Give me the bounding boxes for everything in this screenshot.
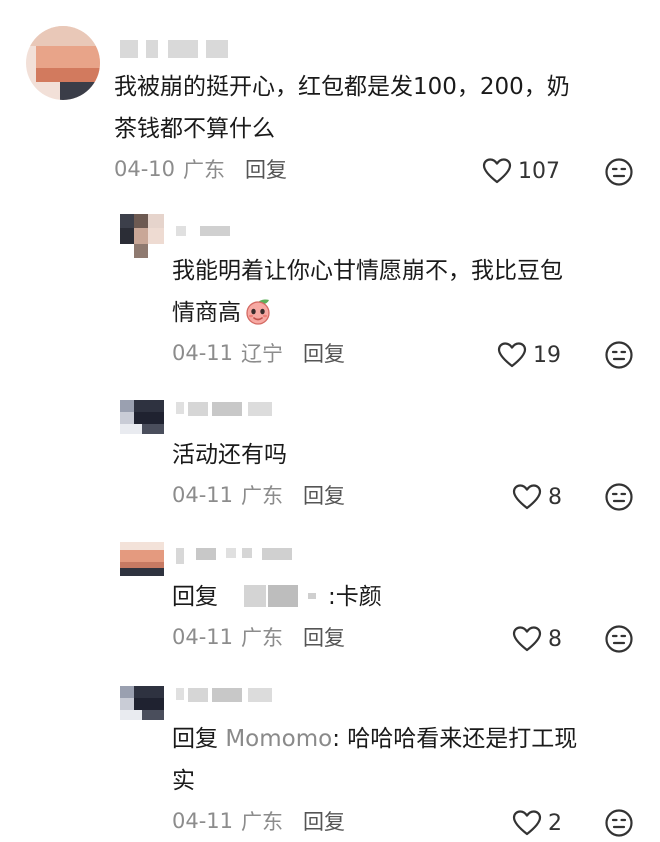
comment-text: 回复:卡颜 [172, 584, 382, 610]
neutral-face-icon[interactable] [604, 340, 634, 370]
username-masked[interactable] [176, 402, 276, 418]
like-button[interactable]: 107 [482, 155, 560, 187]
comment-text: 回复 Momomo: 哈哈哈看来还是打工现 实 [172, 726, 578, 794]
like-button[interactable]: 8 [512, 623, 562, 655]
like-button[interactable]: 2 [512, 807, 562, 839]
like-button[interactable]: 19 [497, 339, 561, 371]
like-count: 107 [518, 158, 560, 184]
comment-location: 广东 [241, 810, 284, 834]
avatar[interactable] [120, 686, 164, 720]
comment-date: 04-11 [172, 341, 234, 365]
comment-location: 广东 [241, 484, 284, 508]
avatar[interactable] [26, 26, 100, 100]
reply-button[interactable]: 回复 [303, 622, 345, 652]
heart-outline-icon [512, 810, 542, 836]
avatar[interactable] [120, 400, 164, 434]
comment-text: 我被崩的挺开心，红包都是发100，200，奶 茶钱都不算什么 [114, 74, 570, 142]
comment-date: 04-11 [172, 483, 234, 507]
comment-date: 04-11 [172, 625, 234, 649]
comment-location: 广东 [241, 626, 284, 650]
comment-meta: 04-11 广东 回复 [172, 806, 345, 836]
comment-meta: 04-11 广东 回复 [172, 622, 345, 652]
avatar[interactable] [120, 214, 164, 258]
comment-date: 04-11 [172, 809, 234, 833]
mention-link[interactable]: Momomo [225, 726, 332, 752]
username-masked[interactable] [176, 688, 276, 704]
reply-button[interactable]: 回复 [245, 154, 287, 184]
neutral-face-icon[interactable] [604, 157, 634, 187]
like-count: 8 [548, 484, 562, 510]
username-masked[interactable] [176, 226, 236, 238]
like-button[interactable]: 8 [512, 481, 562, 513]
reply-keyword: 回复 [172, 726, 218, 752]
heart-outline-icon [512, 484, 542, 510]
avatar[interactable] [120, 542, 164, 576]
reply-button[interactable]: 回复 [303, 338, 345, 368]
username-masked[interactable] [176, 548, 296, 564]
reply-button[interactable]: 回复 [303, 806, 345, 836]
neutral-face-icon[interactable] [604, 624, 634, 654]
comment-date: 04-10 [114, 157, 176, 181]
comment-location: 辽宁 [241, 342, 284, 366]
comment-location: 广东 [183, 158, 226, 182]
reply-button[interactable]: 回复 [303, 480, 345, 510]
neutral-face-icon[interactable] [604, 482, 634, 512]
comment-meta: 04-11 广东 回复 [172, 480, 345, 510]
comment-meta: 04-11 辽宁 回复 [172, 338, 345, 368]
comment-meta: 04-10 广东 回复 [114, 154, 287, 184]
masked-mention[interactable] [244, 585, 324, 607]
heart-outline-icon [482, 158, 512, 184]
username-masked[interactable] [120, 40, 230, 58]
like-count: 8 [548, 626, 562, 652]
heart-outline-icon [497, 342, 527, 368]
comment-text: 活动还有吗 [172, 442, 287, 468]
heart-outline-icon [512, 626, 542, 652]
reply-keyword: 回复 [172, 584, 218, 610]
like-count: 19 [533, 342, 561, 368]
comment-text: 我能明着让你心甘情愿崩不，我比豆包 情商高 [172, 258, 563, 326]
like-count: 2 [548, 810, 562, 836]
peach-emoji [246, 299, 270, 325]
neutral-face-icon[interactable] [604, 808, 634, 838]
